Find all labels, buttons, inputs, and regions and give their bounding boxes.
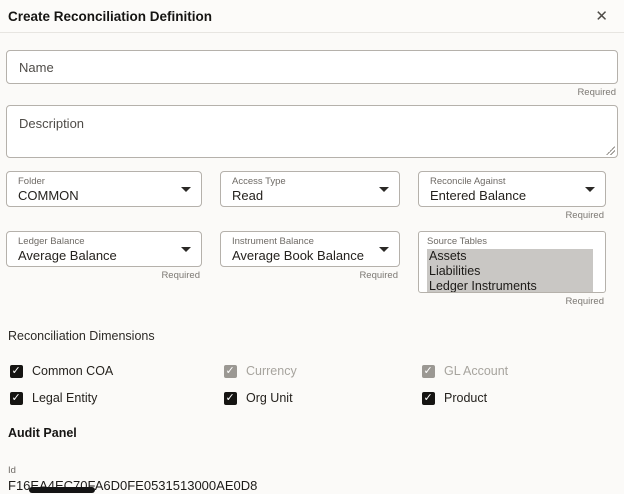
checkbox-checked-disabled-icon [422,365,435,378]
reconciliation-dimensions-heading: Reconciliation Dimensions [8,329,618,343]
horizontal-scrollbar-thumb[interactable] [29,487,95,493]
chevron-down-icon [379,187,389,192]
name-input[interactable]: Name [6,50,618,84]
resize-handle-icon[interactable] [606,146,615,155]
ledger-balance-value: Average Balance [18,248,117,263]
reconcile-against-label: Reconcile Against [430,176,526,188]
ledger-balance-required-text: Required [6,270,202,282]
checkbox-checked-icon [10,365,23,378]
chevron-down-icon [585,187,595,192]
checkbox-currency: Currency [220,364,400,378]
name-input-label: Name [19,60,54,75]
reconcile-against-select[interactable]: Reconcile Against Entered Balance [418,171,606,207]
checkbox-checked-icon [224,392,237,405]
close-icon[interactable]: ✕ [591,7,612,26]
chevron-down-icon [379,247,389,252]
access-type-label: Access Type [232,176,286,188]
name-required-text: Required [6,87,618,99]
dialog-header: Create Reconciliation Definition ✕ [0,0,624,33]
audit-id-label: Id [8,465,618,477]
checkbox-gl-account: GL Account [418,364,606,378]
instrument-balance-value: Average Book Balance [232,248,364,263]
checkbox-product[interactable]: Product [418,391,606,405]
instrument-balance-label: Instrument Balance [232,236,364,248]
audit-id-value: F16EA4EC70FA6D0FE0531513000AE0D8 [8,478,618,493]
checkbox-checked-disabled-icon [224,365,237,378]
description-input-label: Description [19,116,84,131]
source-table-option-liabilities[interactable]: Liabilities [427,264,593,279]
checkbox-checked-icon [10,392,23,405]
instrument-balance-required-text: Required [220,270,400,282]
source-table-option-ledger-instruments[interactable]: Ledger Instruments [427,279,593,293]
access-type-value: Read [232,188,286,203]
checkbox-checked-icon [422,392,435,405]
checkbox-common-coa[interactable]: Common COA [6,364,202,378]
dialog-title: Create Reconciliation Definition [8,9,212,24]
chevron-down-icon [181,187,191,192]
checkbox-legal-entity[interactable]: Legal Entity [6,391,202,405]
source-tables-required-text: Required [418,296,606,308]
ledger-balance-label: Ledger Balance [18,236,117,248]
instrument-balance-select[interactable]: Instrument Balance Average Book Balance [220,231,400,267]
source-table-option-assets[interactable]: Assets [427,249,593,264]
audit-panel-heading: Audit Panel [8,426,618,440]
folder-label: Folder [18,176,79,188]
source-tables-label: Source Tables [427,235,602,248]
folder-value: COMMON [18,188,79,203]
folder-select[interactable]: Folder COMMON [6,171,202,207]
reconcile-against-value: Entered Balance [430,188,526,203]
checkbox-org-unit[interactable]: Org Unit [220,391,400,405]
source-tables-listbox[interactable]: Source Tables Assets Liabilities Ledger … [418,231,606,293]
ledger-balance-select[interactable]: Ledger Balance Average Balance [6,231,202,267]
access-type-select[interactable]: Access Type Read [220,171,400,207]
reconcile-against-required-text: Required [418,210,606,222]
description-input[interactable]: Description [6,105,618,158]
dialog-body: Name Required Description Folder COMMON … [0,50,624,493]
chevron-down-icon [181,247,191,252]
